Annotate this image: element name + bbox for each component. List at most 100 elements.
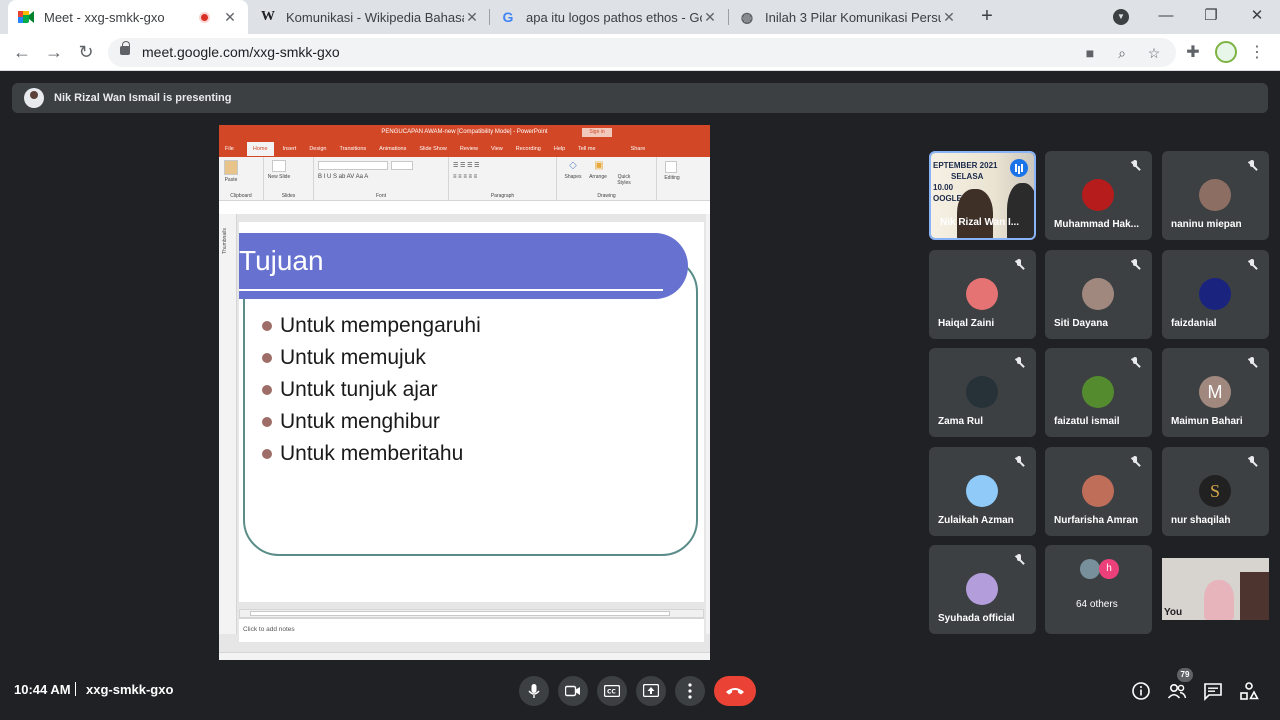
participant-name: Muhammad Hak... (1054, 219, 1140, 230)
shapes-icon: ◇ (569, 160, 577, 171)
participant-name: Zulaikah Azman (938, 515, 1014, 526)
participant-tile[interactable]: faizatul ismail (1045, 348, 1152, 437)
tab-search-icon[interactable]: ▼ (1113, 9, 1129, 25)
paste-label: Paste (224, 177, 238, 183)
microphone-button[interactable] (519, 676, 549, 706)
participant-name: Nik Rizal Wan I... (940, 217, 1020, 228)
quick-styles-label: Quick Styles (617, 174, 631, 186)
leave-call-button[interactable] (714, 676, 756, 706)
participant-tile[interactable]: Siti Dayana (1045, 250, 1152, 339)
participant-name: Siti Dayana (1054, 318, 1108, 329)
tab-google-search[interactable]: G apa itu logos pathos ethos - Goo ✕ (490, 0, 728, 34)
present-screen-icon (643, 684, 659, 697)
profile-avatar[interactable] (1215, 41, 1237, 63)
ribbon-drawing: ◇ Shapes ▣ Arrange Quick Styles Drawing (557, 157, 657, 201)
new-tab-button[interactable]: + (976, 5, 998, 27)
speaking-indicator-icon (1010, 159, 1028, 177)
shapes-label: Shapes (564, 174, 582, 180)
microphone-icon (528, 684, 540, 698)
ppt-menu-tellme: Tell me (578, 145, 596, 152)
captions-icon: CC (604, 685, 620, 697)
bookmark-star-icon[interactable]: ☆ (1146, 45, 1162, 61)
people-icon[interactable] (1167, 681, 1187, 701)
ppt-menu-slideshow: Slide Show (419, 145, 447, 152)
participant-tile-presenter[interactable]: EPTEMBER 2021 SELASA 10.00 OOGLE Nik Riz… (929, 151, 1036, 240)
participant-tile[interactable]: M Maimun Bahari (1162, 348, 1269, 437)
participant-name: faizdanial (1171, 318, 1217, 329)
tab-persuasi[interactable]: ◍ Inilah 3 Pilar Komunikasi Persuasi ✕ (729, 0, 967, 34)
video-background-shelf (1240, 572, 1269, 620)
reload-button[interactable]: ↻ (74, 40, 98, 64)
close-tab-icon[interactable]: ✕ (222, 9, 238, 26)
participant-tile[interactable]: Muhammad Hak... (1045, 151, 1152, 240)
url-text: meet.google.com/xxg-smkk-gxo (142, 44, 340, 60)
self-tile[interactable]: You (1162, 558, 1269, 620)
mic-off-icon (1129, 357, 1141, 369)
close-tab-icon[interactable]: ✕ (941, 9, 957, 26)
participant-tile[interactable]: Syuhada official (929, 545, 1036, 634)
video-person (1007, 183, 1034, 238)
participant-name: faizatul ismail (1054, 416, 1120, 427)
participant-tile[interactable]: Nurfarisha Amran (1045, 447, 1152, 536)
bullet-text: Untuk tunjuk ajar (280, 378, 438, 401)
ppt-title-bar: PENGUCAPAN AWAM-new [Compatibility Mode]… (219, 125, 710, 140)
meeting-details-icon[interactable] (1131, 681, 1151, 701)
ppt-menu-recording: Recording (515, 145, 541, 152)
menu-kebab-icon[interactable]: ⋮ (1247, 43, 1267, 63)
tab-meet[interactable]: Meet - xxg-smkk-gxo ✕ (8, 0, 248, 34)
ppt-sign-in-button: Sign in (582, 128, 612, 137)
present-now-button[interactable] (636, 676, 666, 706)
close-tab-icon[interactable]: ✕ (702, 9, 718, 26)
participant-name: Nurfarisha Amran (1054, 515, 1139, 526)
close-tab-icon[interactable]: ✕ (464, 9, 480, 26)
ppt-menu-view: View (490, 145, 503, 152)
paragraph-buttons: ☰ ☰ ☰ ☰ (453, 163, 480, 169)
close-window-button[interactable]: ✕ (1235, 0, 1279, 34)
chat-icon[interactable] (1203, 681, 1223, 701)
participant-tile[interactable]: naninu miepan (1162, 151, 1269, 240)
ribbon-clipboard: Paste Clipboard (219, 157, 264, 201)
activities-icon[interactable] (1239, 681, 1259, 701)
avatar (1199, 278, 1231, 310)
camera-icon (565, 685, 580, 697)
svg-text:CC: CC (607, 689, 616, 696)
extensions-icon[interactable]: ✚ (1183, 43, 1203, 63)
avatar (966, 376, 998, 408)
captions-button[interactable]: CC (597, 676, 627, 706)
avatar (1082, 278, 1114, 310)
video-text: EPTEMBER 2021 (933, 161, 998, 170)
slide-bullet: Untuk menghibur (262, 406, 481, 438)
zoom-icon[interactable]: ⌕ (1114, 45, 1130, 61)
participant-tile[interactable]: Haiqal Zaini (929, 250, 1036, 339)
recording-indicator-icon (199, 11, 210, 23)
bullet-dot-icon (262, 449, 272, 459)
avatar (1080, 559, 1100, 579)
back-button[interactable]: ← (10, 40, 34, 64)
more-options-button[interactable] (675, 676, 705, 706)
avatar (1082, 179, 1114, 211)
participant-tile[interactable]: Zulaikah Azman (929, 447, 1036, 536)
restore-button[interactable]: ❐ (1189, 0, 1233, 34)
forward-button[interactable]: → (42, 40, 66, 64)
align-buttons: ≡ ≡ ≡ ≡ ≡ (453, 174, 478, 180)
mic-off-icon (1013, 259, 1025, 271)
avatar (1082, 475, 1114, 507)
camera-button[interactable] (558, 676, 588, 706)
wikipedia-icon: W (261, 9, 275, 24)
shared-screen: PENGUCAPAN AWAM-new [Compatibility Mode]… (219, 125, 710, 660)
participant-tile[interactable]: Zama Rul (929, 348, 1036, 437)
mic-off-icon (1129, 259, 1141, 271)
avatar: M (1199, 376, 1231, 408)
participant-name: Haiqal Zaini (938, 318, 995, 329)
participant-tile[interactable]: faizdanial (1162, 250, 1269, 339)
tab-wikipedia[interactable]: W Komunikasi - Wikipedia Bahasa M ✕ (250, 0, 490, 34)
others-tile[interactable]: h 64 others (1045, 545, 1152, 634)
minimize-button[interactable]: — (1144, 0, 1188, 34)
camera-icon[interactable]: ■ (1082, 45, 1098, 61)
ribbon-label: Slides (281, 193, 296, 199)
address-bar[interactable]: meet.google.com/xxg-smkk-gxo ■ ⌕ ☆ (108, 38, 1176, 67)
ppt-menu-insert: Insert (282, 145, 297, 152)
google-meet-icon (18, 9, 34, 25)
slide-title: Tujuan (239, 245, 324, 276)
participant-tile[interactable]: S nur shaqilah (1162, 447, 1269, 536)
